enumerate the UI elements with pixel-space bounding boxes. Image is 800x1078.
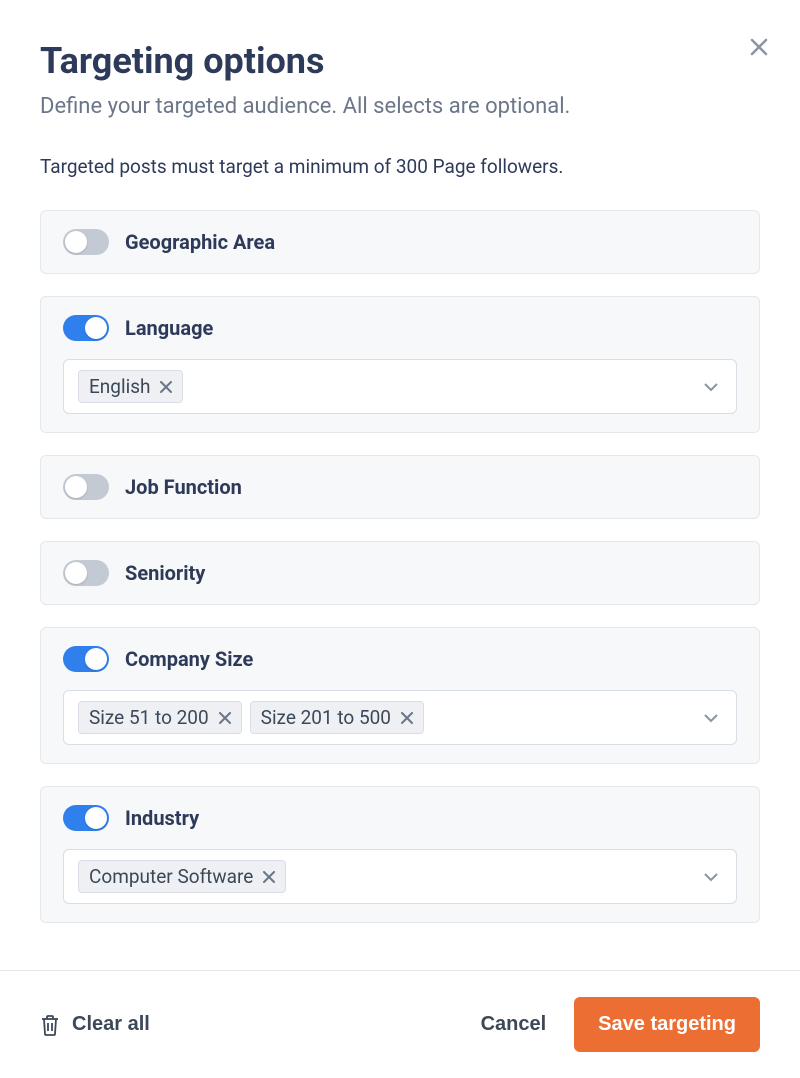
multiselect-industry[interactable]: Computer Software — [63, 849, 737, 904]
footer-left: Clear all — [40, 1013, 150, 1036]
close-button[interactable] — [750, 38, 768, 56]
chip-label: Size 201 to 500 — [261, 706, 391, 729]
chip-remove-button[interactable] — [263, 871, 275, 883]
toggle-language[interactable] — [63, 315, 109, 341]
section-language: Language English — [40, 296, 760, 433]
multiselect-language[interactable]: English — [63, 359, 737, 414]
section-company-size: Company Size Size 51 to 200 Size 201 to … — [40, 627, 760, 764]
chevron-down-icon — [704, 713, 718, 723]
chip-language-english: English — [78, 370, 183, 403]
chip-label: Size 51 to 200 — [89, 706, 209, 729]
dropdown-arrow[interactable] — [704, 872, 718, 882]
section-seniority: Seniority — [40, 541, 760, 605]
chip-industry-computer-software: Computer Software — [78, 860, 286, 893]
section-label-seniority: Seniority — [125, 561, 205, 585]
toggle-geographic-area[interactable] — [63, 229, 109, 255]
trash-icon — [40, 1014, 60, 1036]
section-header: Seniority — [63, 560, 737, 586]
close-icon — [401, 712, 413, 724]
close-icon — [219, 712, 231, 724]
chevron-down-icon — [704, 382, 718, 392]
section-label-industry: Industry — [125, 806, 199, 830]
section-industry: Industry Computer Software — [40, 786, 760, 923]
section-label-language: Language — [125, 316, 213, 340]
clear-all-label: Clear all — [72, 1013, 150, 1036]
chip-remove-button[interactable] — [219, 712, 231, 724]
modal-subtitle: Define your targeted audience. All selec… — [40, 94, 760, 119]
section-header: Company Size — [63, 646, 737, 672]
modal-footer: Clear all Cancel Save targeting — [0, 970, 800, 1078]
section-job-function: Job Function — [40, 455, 760, 519]
section-header: Industry — [63, 805, 737, 831]
clear-all-button[interactable]: Clear all — [40, 1013, 150, 1036]
targeting-modal: Targeting options Define your targeted a… — [0, 0, 800, 923]
save-targeting-button[interactable]: Save targeting — [574, 997, 760, 1052]
section-label-company-size: Company Size — [125, 647, 253, 671]
info-text: Targeted posts must target a minimum of … — [40, 155, 760, 178]
close-icon — [263, 871, 275, 883]
section-header: Geographic Area — [63, 229, 737, 255]
chip-remove-button[interactable] — [160, 381, 172, 393]
section-label-geographic-area: Geographic Area — [125, 230, 275, 254]
toggle-company-size[interactable] — [63, 646, 109, 672]
chevron-down-icon — [704, 872, 718, 882]
close-icon — [750, 38, 768, 56]
section-header: Job Function — [63, 474, 737, 500]
chip-label: Computer Software — [89, 865, 253, 888]
toggle-seniority[interactable] — [63, 560, 109, 586]
modal-title: Targeting options — [40, 40, 760, 82]
chip-label: English — [89, 375, 150, 398]
chip-remove-button[interactable] — [401, 712, 413, 724]
footer-right: Cancel Save targeting — [481, 997, 760, 1052]
section-header: Language — [63, 315, 737, 341]
section-geographic-area: Geographic Area — [40, 210, 760, 274]
dropdown-arrow[interactable] — [704, 382, 718, 392]
close-icon — [160, 381, 172, 393]
chip-company-size-51-200: Size 51 to 200 — [78, 701, 242, 734]
dropdown-arrow[interactable] — [704, 713, 718, 723]
toggle-industry[interactable] — [63, 805, 109, 831]
multiselect-company-size[interactable]: Size 51 to 200 Size 201 to 500 — [63, 690, 737, 745]
cancel-button[interactable]: Cancel — [481, 1013, 547, 1036]
chip-company-size-201-500: Size 201 to 500 — [250, 701, 424, 734]
section-label-job-function: Job Function — [125, 475, 242, 499]
toggle-job-function[interactable] — [63, 474, 109, 500]
